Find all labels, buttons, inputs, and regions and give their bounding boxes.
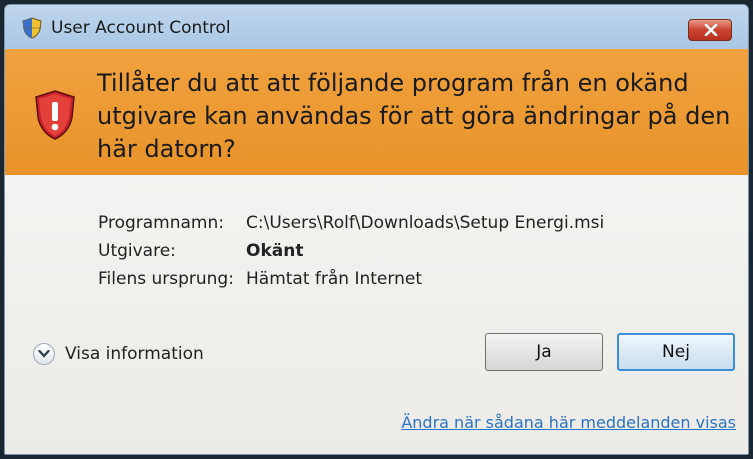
warning-shield-icon (35, 90, 75, 140)
window-title: User Account Control (51, 18, 231, 38)
detail-label: Programnamn: (98, 213, 224, 233)
uac-shield-icon (22, 17, 42, 39)
detail-row-publisher: Utgivare: Okänt (98, 237, 604, 265)
change-notification-settings-link[interactable]: Ändra när sådana här meddelanden visas (401, 413, 736, 432)
expand-button[interactable] (33, 343, 55, 365)
detail-row-program: Programnamn: C:\Users\Rolf\Downloads\Set… (98, 209, 604, 237)
detail-row-origin: Filens ursprung: Hämtat från Internet (98, 265, 604, 293)
show-information-toggle[interactable]: Visa information (33, 343, 204, 365)
show-information-label[interactable]: Visa information (65, 344, 204, 364)
detail-value: C:\Users\Rolf\Downloads\Setup Energi.msi (246, 213, 605, 233)
no-button[interactable]: Nej (617, 333, 735, 371)
warning-message: Tillåter du att att följande program frå… (97, 69, 731, 163)
detail-value: Okänt (246, 241, 304, 261)
detail-label: Utgivare: (98, 241, 176, 261)
close-button[interactable] (688, 19, 732, 41)
detail-label: Filens ursprung: (98, 269, 234, 289)
title-bar[interactable]: User Account Control (5, 5, 748, 49)
close-icon (704, 24, 718, 36)
details-list: Programnamn: C:\Users\Rolf\Downloads\Set… (98, 209, 604, 293)
uac-dialog: User Account Control Tillåter du att att… (4, 4, 749, 455)
yes-button[interactable]: Ja (485, 333, 603, 371)
chevron-down-icon (38, 349, 50, 358)
detail-value: Hämtat från Internet (246, 269, 422, 289)
dialog-content: Programnamn: C:\Users\Rolf\Downloads\Set… (5, 175, 748, 454)
warning-banner: Tillåter du att att följande program frå… (5, 49, 748, 175)
